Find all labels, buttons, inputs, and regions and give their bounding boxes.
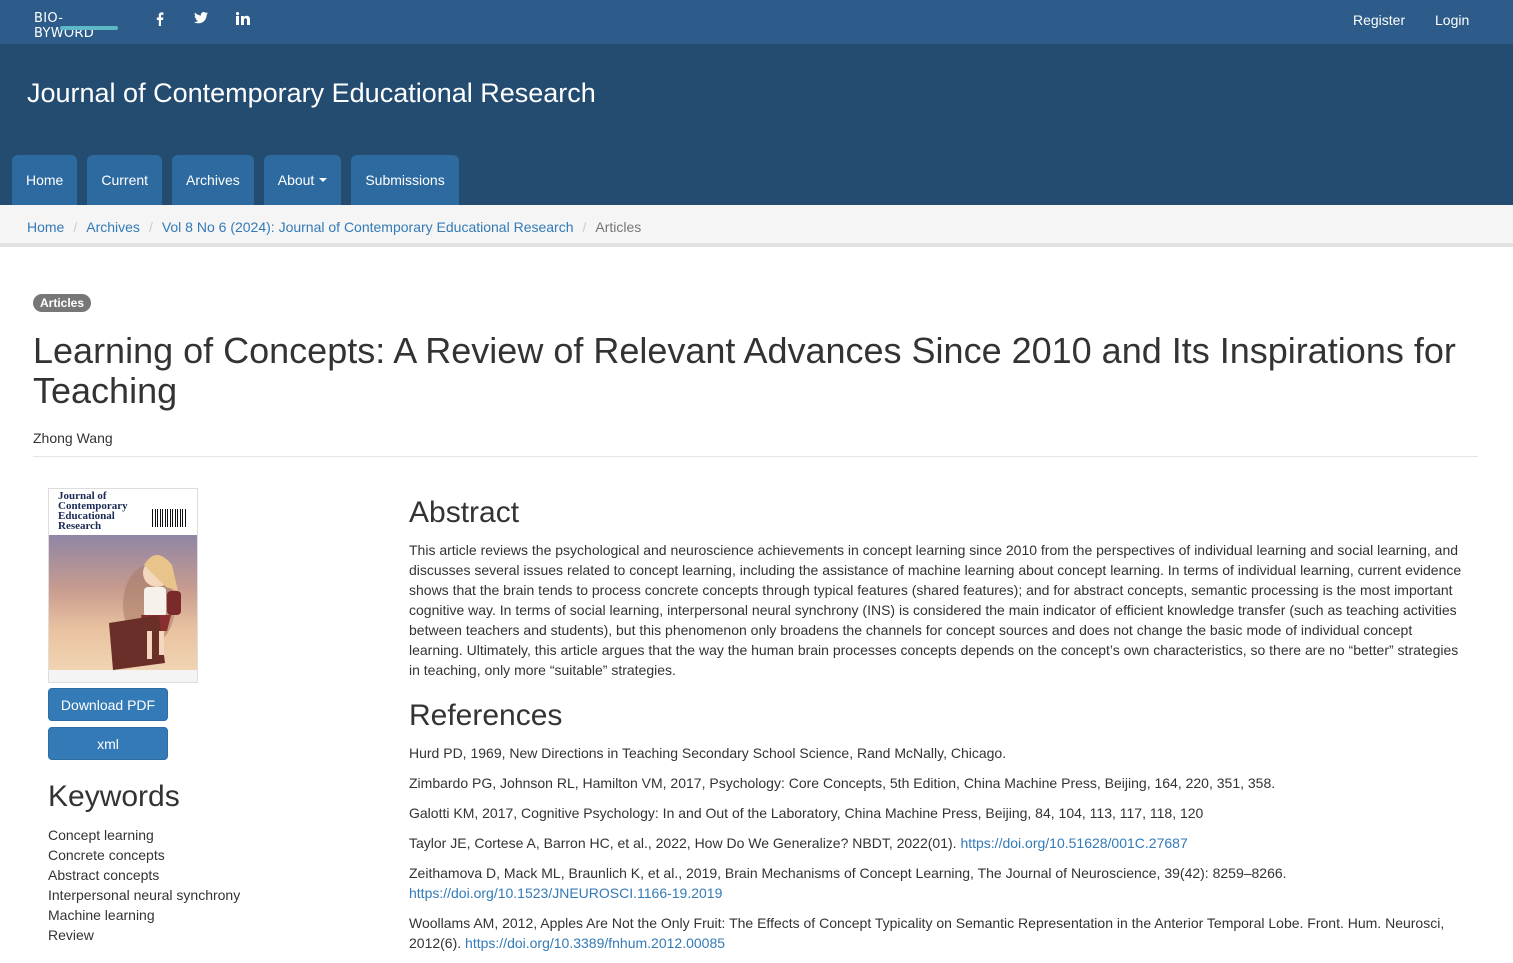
nav-current-label: Current xyxy=(101,172,149,188)
section-badge: Articles xyxy=(33,294,92,312)
barcode-icon xyxy=(152,509,186,527)
article-author: Zhong Wang xyxy=(33,430,113,446)
cover-title: Journal of Contemporary Educational Rese… xyxy=(58,490,128,532)
nav-submissions-label: Submissions xyxy=(365,172,445,188)
primary-nav: Home Current Archives About Submissions xyxy=(12,155,459,205)
reference-item: Zeithamova D, Mack ML, Braunlich K, et a… xyxy=(409,863,1469,903)
breadcrumb-current: Articles xyxy=(595,219,642,235)
register-link[interactable]: Register xyxy=(1353,12,1405,28)
breadcrumb: Home / Archives / Vol 8 No 6 (2024): Journal… xyxy=(0,205,1513,247)
site-header: Journal of Contemporary Educational Rese… xyxy=(0,44,1513,205)
reference-text: Taylor JE, Cortese A, Barron HC, et al.,… xyxy=(409,835,961,851)
breadcrumb-archives[interactable]: Archives xyxy=(86,219,140,235)
nav-current[interactable]: Current xyxy=(87,155,163,205)
breadcrumb-separator: / xyxy=(73,219,78,235)
breadcrumb-home[interactable]: Home xyxy=(27,219,64,235)
breadcrumb-issue[interactable]: Vol 8 No 6 (2024): Journal of Contempora… xyxy=(162,219,574,235)
site-title[interactable]: Journal of Contemporary Educational Rese… xyxy=(27,78,596,109)
breadcrumb-separator: / xyxy=(148,219,153,235)
keyword-item: Concept learning xyxy=(48,827,154,843)
reference-item: Zimbardo PG, Johnson RL, Hamilton VM, 20… xyxy=(409,773,1469,793)
cover-masthead: Journal of Contemporary Educational Rese… xyxy=(49,489,197,535)
keyword-item: Review xyxy=(48,927,94,943)
references-heading: References xyxy=(409,699,563,732)
keywords-list: Concept learning Concrete concepts Abstr… xyxy=(48,825,240,945)
reference-item: Hurd PD, 1969, New Directions in Teachin… xyxy=(409,743,1469,763)
top-bar: BIO-BYWORD Register Login xyxy=(0,0,1513,44)
login-link[interactable]: Login xyxy=(1435,12,1469,28)
divider xyxy=(33,456,1478,457)
publisher-logo[interactable]: BIO-BYWORD xyxy=(34,11,120,41)
nav-archives-label: Archives xyxy=(186,172,240,188)
reference-item: Galotti KM, 2017, Cognitive Psychology: … xyxy=(409,803,1469,823)
keywords-heading: Keywords xyxy=(48,780,180,813)
xml-button[interactable]: xml xyxy=(48,727,168,760)
nav-home-label: Home xyxy=(26,172,64,188)
linkedin-icon[interactable] xyxy=(236,12,250,25)
reference-text: Galotti KM, 2017, Cognitive Psychology: … xyxy=(409,805,1204,821)
reference-doi-link[interactable]: https://doi.org/10.3389/fnhum.2012.00085 xyxy=(465,935,725,951)
cover-footer-logos xyxy=(49,670,197,682)
chevron-down-icon xyxy=(319,178,328,182)
cover-illustration xyxy=(49,535,197,670)
nav-about[interactable]: About xyxy=(263,155,342,205)
reference-doi-link[interactable]: https://doi.org/10.51628/001C.27687 xyxy=(960,835,1187,851)
article-title: Learning of Concepts: A Review of Releva… xyxy=(33,330,1456,411)
nav-submissions[interactable]: Submissions xyxy=(351,155,459,205)
reference-doi-link[interactable]: https://doi.org/10.1523/JNEUROSCI.1166-1… xyxy=(409,885,722,901)
keyword-item: Concrete concepts xyxy=(48,847,165,863)
issue-cover-image[interactable]: Journal of Contemporary Educational Rese… xyxy=(48,488,198,683)
reference-text: Zeithamova D, Mack ML, Braunlich K, et a… xyxy=(409,865,1287,881)
abstract-text: This article reviews the psychological a… xyxy=(409,542,1462,678)
nav-archives[interactable]: Archives xyxy=(172,155,254,205)
twitter-icon[interactable] xyxy=(194,12,208,24)
keyword-item: Machine learning xyxy=(48,907,155,923)
nav-home[interactable]: Home xyxy=(12,155,78,205)
references-list: Hurd PD, 1969, New Directions in Teachin… xyxy=(409,743,1469,963)
keyword-item: Abstract concepts xyxy=(48,867,160,883)
download-pdf-button[interactable]: Download PDF xyxy=(48,688,168,721)
keyword-item: Interpersonal neural synchrony xyxy=(48,887,241,903)
facebook-icon[interactable] xyxy=(156,12,164,26)
abstract-heading: Abstract xyxy=(409,496,520,529)
nav-about-label: About xyxy=(277,172,315,188)
reference-item: Taylor JE, Cortese A, Barron HC, et al.,… xyxy=(409,833,1469,853)
reference-text: Hurd PD, 1969, New Directions in Teachin… xyxy=(409,745,1007,761)
logo-underline xyxy=(60,26,118,30)
breadcrumb-separator: / xyxy=(582,219,587,235)
reference-item: Woollams AM, 2012, Apples Are Not the On… xyxy=(409,913,1469,953)
reference-text: Zimbardo PG, Johnson RL, Hamilton VM, 20… xyxy=(409,775,1276,791)
